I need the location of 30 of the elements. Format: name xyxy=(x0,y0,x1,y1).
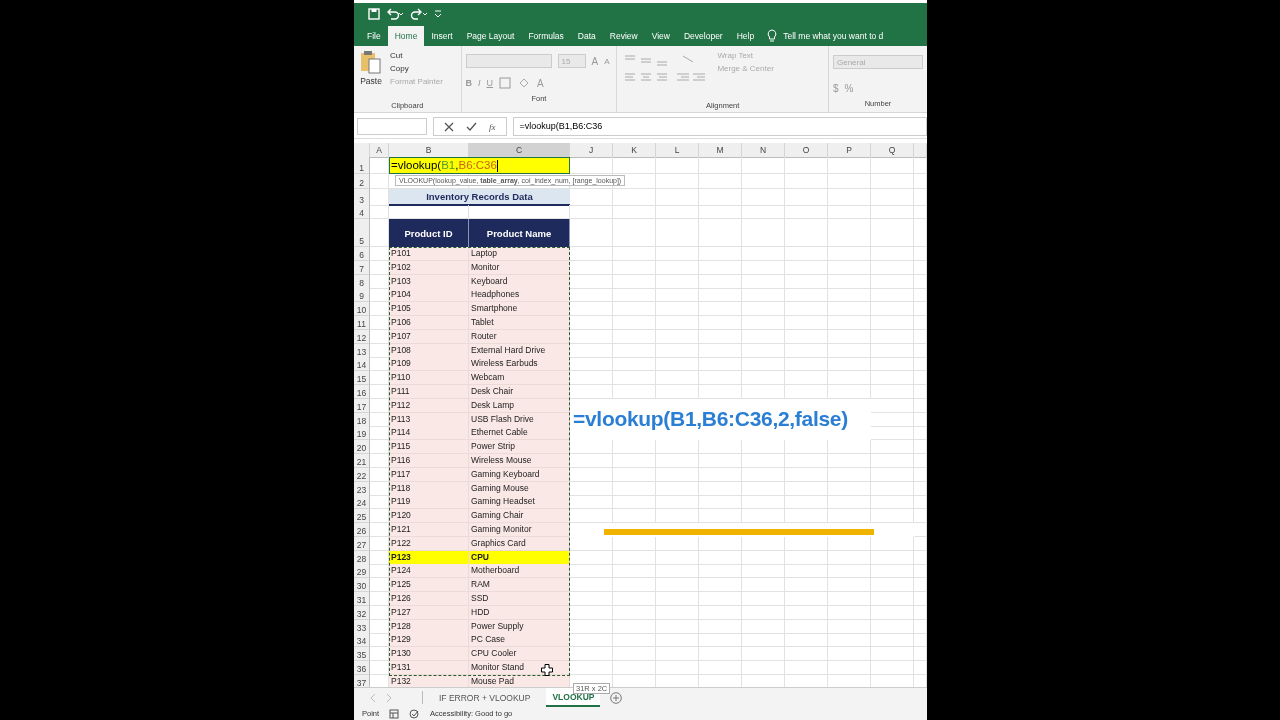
column-heading: Product ID xyxy=(389,219,469,247)
table-cell: Ethernet Cable xyxy=(469,426,570,441)
table-cell: Power Strip xyxy=(469,440,570,455)
column-heading: Product Name xyxy=(469,219,570,247)
table-cell: Smartphone xyxy=(469,302,570,317)
table-title: Inventory Records Data xyxy=(389,189,570,206)
table-cell: RAM xyxy=(469,578,570,593)
table-cell: P110 xyxy=(389,371,469,386)
table-cell: P125 xyxy=(389,578,469,593)
table-cell: Gaming Headset xyxy=(469,495,570,510)
table-cell: P119 xyxy=(389,495,469,510)
overlay-caption: =vlookup(B1,B6:C36,2,false) xyxy=(573,407,848,431)
table-cell: Gaming Chair xyxy=(469,509,570,524)
table-cell: Motherboard xyxy=(469,564,570,579)
table-cell: PC Case xyxy=(469,633,570,648)
table-cell: Wireless Earbuds xyxy=(469,357,570,372)
table-cell: Headphones xyxy=(469,288,570,303)
table-cell: P129 xyxy=(389,633,469,648)
table-cell: Laptop xyxy=(469,247,570,261)
table-cell: P109 xyxy=(389,357,469,372)
table-cell: Webcam xyxy=(469,371,570,386)
table-cell: P101 xyxy=(389,247,469,261)
table-cell: P105 xyxy=(389,302,469,317)
table-cell: P120 xyxy=(389,509,469,524)
table-cell: P124 xyxy=(389,564,469,579)
table-cell: CPU Cooler xyxy=(469,647,570,662)
table-cell: P115 xyxy=(389,440,469,455)
table-cell: P130 xyxy=(389,647,469,662)
table-cell: P114 xyxy=(389,426,469,441)
table-cell: P104 xyxy=(389,288,469,303)
